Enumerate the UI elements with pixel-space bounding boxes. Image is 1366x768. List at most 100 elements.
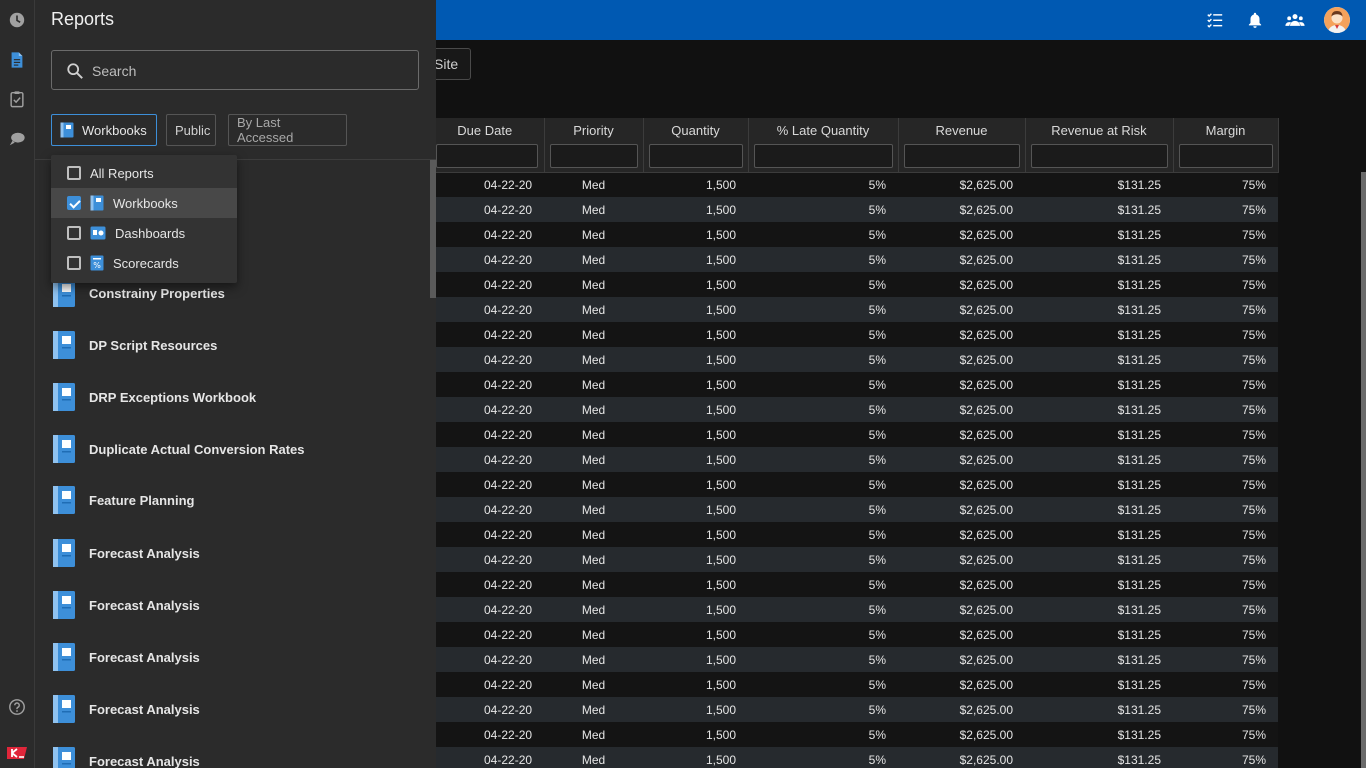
cell-priority: Med [544,497,643,522]
table-row[interactable]: 04-22-20 Med 1,500 5% $2,625.00 $131.25 75% [380,222,1278,247]
table-row[interactable]: 04-22-20 Med 1,500 5% $2,625.00 $131.25 75% [380,397,1278,422]
report-list-item[interactable]: Forecast Analysis [51,745,200,768]
cell-priority: Med [544,247,643,272]
people-icon[interactable] [1284,9,1306,31]
table-row[interactable]: 04-22-20 Med 1,500 5% $2,625.00 $131.25 75% [380,172,1278,197]
table-row[interactable]: 04-22-20 Med 1,500 5% $2,625.00 $131.25 75% [380,347,1278,372]
cell-late-quantity: 5% [748,222,898,247]
column-header-revenue-at-risk[interactable]: Revenue at Risk [1025,118,1174,173]
table-row[interactable]: 04-22-20 Med 1,500 5% $2,625.00 $131.25 75% [380,722,1278,747]
comment-icon[interactable] [0,121,34,157]
table-row[interactable]: 04-22-20 Med 1,500 5% $2,625.00 $131.25 75% [380,747,1278,768]
table-row[interactable]: 04-22-20 Med 1,500 5% $2,625.00 $131.25 75% [380,497,1278,522]
table-row[interactable]: 04-22-20 Med 1,500 5% $2,625.00 $131.25 75% [380,572,1278,597]
revenue-at-risk-filter-input[interactable] [1030,144,1168,168]
dropdown-option-scorecards[interactable]: % Scorecards [51,248,237,278]
cell-quantity: 1,500 [643,347,748,372]
table-row[interactable]: 04-22-20 Med 1,500 5% $2,625.00 $131.25 75% [380,297,1278,322]
table-row[interactable]: 04-22-20 Med 1,500 5% $2,625.00 $131.25 75% [380,697,1278,722]
scrollbar-thumb[interactable] [430,160,436,298]
cell-margin: 75% [1173,747,1278,768]
cell-margin: 75% [1173,297,1278,322]
cell-priority: Med [544,697,643,722]
user-avatar[interactable] [1324,7,1350,33]
cell-revenue-at-risk: $131.25 [1025,222,1173,247]
priority-filter-input[interactable] [549,144,638,168]
table-row[interactable]: 04-22-20 Med 1,500 5% $2,625.00 $131.25 75% [380,547,1278,572]
dropdown-option-dashboards[interactable]: Dashboards [51,218,237,248]
checkbox[interactable] [67,226,81,240]
workbook-icon [53,695,75,723]
bell-icon[interactable] [1244,9,1266,31]
column-header-margin[interactable]: Margin [1173,118,1279,173]
column-header-quantity[interactable]: Quantity [643,118,749,173]
help-icon[interactable] [0,689,34,725]
report-list-scrollbar[interactable] [430,160,436,768]
checklist-icon[interactable] [1204,9,1226,31]
cell-revenue-at-risk: $131.25 [1025,172,1173,197]
visibility-filter-button[interactable]: Public [166,114,216,146]
table-row[interactable]: 04-22-20 Med 1,500 5% $2,625.00 $131.25 75% [380,647,1278,672]
dropdown-option-all-reports[interactable]: All Reports [51,158,237,188]
margin-filter-input[interactable] [1178,144,1273,168]
quantity-filter-input[interactable] [648,144,743,168]
table-row[interactable]: 04-22-20 Med 1,500 5% $2,625.00 $131.25 75% [380,622,1278,647]
report-list-item[interactable]: DP Script Resources [51,329,217,361]
cell-margin: 75% [1173,372,1278,397]
search-field[interactable] [51,50,419,90]
cell-late-quantity: 5% [748,247,898,272]
table-row[interactable]: 04-22-20 Med 1,500 5% $2,625.00 $131.25 75% [380,197,1278,222]
column-header-revenue[interactable]: Revenue [898,118,1026,173]
report-list-item[interactable]: Forecast Analysis [51,693,200,725]
cell-revenue: $2,625.00 [898,347,1025,372]
cell-revenue-at-risk: $131.25 [1025,747,1173,768]
report-list-item[interactable]: Forecast Analysis [51,641,200,673]
cell-late-quantity: 5% [748,197,898,222]
table-row[interactable]: 04-22-20 Med 1,500 5% $2,625.00 $131.25 75% [380,522,1278,547]
table-row[interactable]: 04-22-20 Med 1,500 5% $2,625.00 $131.25 75% [380,322,1278,347]
dropdown-option-workbooks[interactable]: Workbooks [51,188,237,218]
revenue-filter-input[interactable] [903,144,1020,168]
sort-order-button[interactable]: By Last Accessed [228,114,347,146]
clipboard-icon[interactable] [0,81,34,117]
cell-revenue-at-risk: $131.25 [1025,597,1173,622]
cell-margin: 75% [1173,222,1278,247]
table-row[interactable]: 04-22-20 Med 1,500 5% $2,625.00 $131.25 75% [380,372,1278,397]
cell-priority: Med [544,547,643,572]
late-quantity-filter-input[interactable] [753,144,893,168]
table-row[interactable]: 04-22-20 Med 1,500 5% $2,625.00 $131.25 75% [380,672,1278,697]
column-header-priority[interactable]: Priority [544,118,644,173]
report-list-item[interactable]: Duplicate Actual Conversion Rates [51,433,305,465]
table-row[interactable]: 04-22-20 Med 1,500 5% $2,625.00 $131.25 75% [380,272,1278,297]
checkbox[interactable] [67,166,81,180]
cell-priority: Med [544,522,643,547]
workbook-icon [60,122,74,138]
cell-revenue: $2,625.00 [898,522,1025,547]
table-scrollbar[interactable] [1361,172,1366,768]
cell-revenue-at-risk: $131.25 [1025,272,1173,297]
cell-revenue-at-risk: $131.25 [1025,547,1173,572]
cell-late-quantity: 5% [748,622,898,647]
table-row[interactable]: 04-22-20 Med 1,500 5% $2,625.00 $131.25 75% [380,422,1278,447]
due-date-filter-input[interactable] [436,144,538,168]
table-row[interactable]: 04-22-20 Med 1,500 5% $2,625.00 $131.25 75% [380,597,1278,622]
cell-quantity: 1,500 [643,722,748,747]
report-list-item[interactable]: Forecast Analysis [51,589,200,621]
checkbox-checked[interactable] [67,196,81,210]
cell-revenue: $2,625.00 [898,747,1025,768]
report-list-item[interactable]: Feature Planning [51,484,194,516]
report-type-filter-button[interactable]: Workbooks [51,114,157,146]
cell-quantity: 1,500 [643,547,748,572]
checkbox[interactable] [67,256,81,270]
table-row[interactable]: 04-22-20 Med 1,500 5% $2,625.00 $131.25 75% [380,247,1278,272]
column-header-late-quantity[interactable]: % Late Quantity [748,118,899,173]
brand-logo[interactable] [0,735,34,768]
report-list-item[interactable]: Forecast Analysis [51,537,200,569]
document-icon[interactable] [0,42,34,78]
table-row[interactable]: 04-22-20 Med 1,500 5% $2,625.00 $131.25 75% [380,447,1278,472]
table-row[interactable]: 04-22-20 Med 1,500 5% $2,625.00 $131.25 75% [380,472,1278,497]
search-input[interactable] [92,59,402,83]
report-list-item[interactable]: DRP Exceptions Workbook [51,381,256,413]
cell-margin: 75% [1173,572,1278,597]
clock-icon[interactable] [0,2,34,38]
